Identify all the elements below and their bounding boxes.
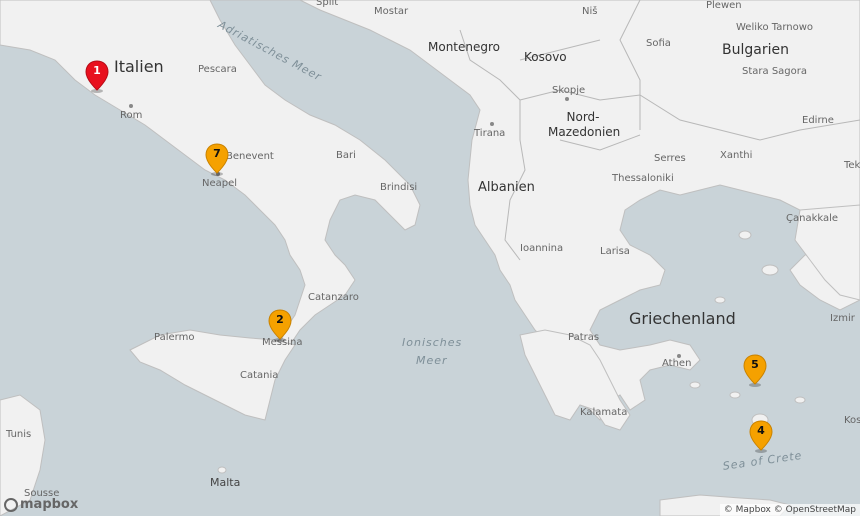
map-marker-7[interactable]: 7 <box>204 143 230 177</box>
marker-label: 2 <box>276 313 284 326</box>
map-basemap <box>0 0 860 516</box>
marker-label: 5 <box>751 358 759 371</box>
map-marker-1[interactable]: 1 <box>84 60 110 94</box>
marker-label: 7 <box>213 147 221 160</box>
map-marker-4[interactable]: 4 <box>748 420 774 454</box>
mapbox-logo[interactable]: mapbox <box>4 497 78 512</box>
mapbox-logo-text: mapbox <box>20 497 79 512</box>
marker-label: 4 <box>757 424 765 437</box>
city-dot-rom <box>129 104 133 108</box>
marker-label: 1 <box>93 64 101 77</box>
map-marker-5[interactable]: 5 <box>742 354 768 388</box>
map-marker-2[interactable]: 2 <box>267 309 293 343</box>
mapbox-logo-icon <box>4 497 18 512</box>
map-attribution[interactable]: © Mapbox © OpenStreetMap <box>719 504 860 516</box>
city-dot-tirana <box>490 122 494 126</box>
map-canvas[interactable]: Italien Montenegro Kosovo Bulgarien Nord… <box>0 0 860 516</box>
city-dot-skopje <box>565 97 569 101</box>
city-dot-athen <box>677 354 681 358</box>
